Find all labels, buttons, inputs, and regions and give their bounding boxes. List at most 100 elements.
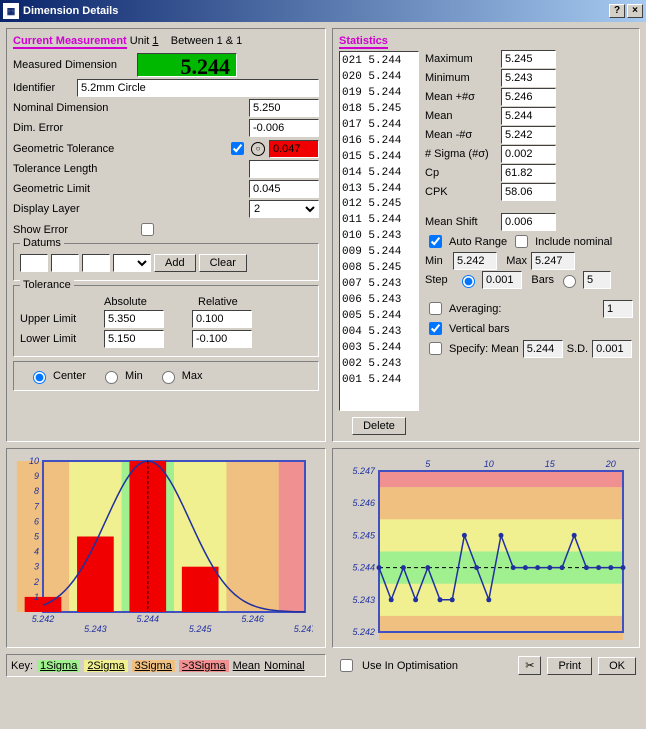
unit-label: Unit <box>130 35 150 47</box>
datum-3[interactable] <box>82 254 110 272</box>
specify-checkbox[interactable] <box>429 342 442 355</box>
mean-plus-label: Mean +#σ <box>425 91 497 103</box>
lower-abs-input[interactable] <box>104 330 164 348</box>
key-3sigma: 3Sigma <box>132 660 175 672</box>
show-error-checkbox[interactable] <box>141 223 154 236</box>
bottom-bar: Use In Optimisation ✂ Print OK <box>332 654 640 677</box>
sd-input[interactable] <box>592 340 632 358</box>
mean-minus-label: Mean -#σ <box>425 129 497 141</box>
center-min-max-group: Center Min Max <box>13 361 319 391</box>
step-label: Step <box>425 274 453 286</box>
identifier-label: Identifier <box>13 82 73 94</box>
specify-mean-input[interactable] <box>523 340 563 358</box>
svg-text:1: 1 <box>34 592 39 602</box>
averaging-input[interactable] <box>603 300 633 318</box>
svg-text:5.244: 5.244 <box>137 614 160 624</box>
datum-2[interactable] <box>51 254 79 272</box>
abs-header: Absolute <box>104 296 174 308</box>
mean-value <box>501 107 556 125</box>
export-icon: ✂ <box>525 660 534 672</box>
averaging-label: Averaging: <box>449 303 599 315</box>
print-button[interactable]: Print <box>547 657 592 675</box>
rmax-input[interactable] <box>531 252 575 270</box>
averaging-checkbox[interactable] <box>429 302 442 315</box>
datums-group: Datums Add Clear <box>13 243 319 281</box>
delete-button[interactable]: Delete <box>352 417 406 435</box>
close-button[interactable]: × <box>627 4 643 18</box>
rmin-label: Min <box>425 255 449 267</box>
datum-clear-button[interactable]: Clear <box>199 254 247 272</box>
svg-text:3: 3 <box>34 562 39 572</box>
rmax-label: Max <box>501 255 527 267</box>
svg-text:10: 10 <box>484 459 494 469</box>
ok-button[interactable]: OK <box>598 657 636 675</box>
auto-range-checkbox[interactable] <box>429 235 442 248</box>
stats-header: Statistics <box>339 35 388 49</box>
help-button[interactable]: ? <box>609 4 625 18</box>
lower-limit-label: Lower Limit <box>20 333 100 345</box>
runchart-panel: 5.2425.2435.2445.2455.2465.2475101520 <box>332 448 640 648</box>
rmin-input[interactable] <box>453 252 497 270</box>
svg-text:5.247: 5.247 <box>352 466 376 476</box>
geo-limit-input[interactable] <box>249 180 319 198</box>
radio-center[interactable]: Center <box>28 368 86 384</box>
datum-select[interactable] <box>113 254 151 272</box>
tol-len-input[interactable] <box>249 160 319 178</box>
geo-tol-label: Geometric Tolerance <box>13 143 133 155</box>
upper-abs-input[interactable] <box>104 310 164 328</box>
mean-plus-value <box>501 88 556 106</box>
histogram-panel: 123456789105.2425.2435.2445.2455.2465.24… <box>6 448 326 648</box>
radio-max[interactable]: Max <box>157 368 203 384</box>
nsigma-value <box>501 145 556 163</box>
datum-1[interactable] <box>20 254 48 272</box>
step-input[interactable] <box>482 271 522 289</box>
vertical-bars-label: Vertical bars <box>449 323 510 335</box>
upper-rel-input[interactable] <box>192 310 252 328</box>
svg-text:2: 2 <box>33 577 39 587</box>
max-label: Maximum <box>425 53 497 65</box>
svg-text:6: 6 <box>34 516 39 526</box>
key-legend: Key: 1Sigma 2Sigma 3Sigma >3Sigma Mean N… <box>6 654 326 677</box>
meanshift-value <box>501 213 556 231</box>
step-radio[interactable] <box>462 275 475 288</box>
bars-radio[interactable] <box>563 275 576 288</box>
nominal-input[interactable] <box>249 99 319 117</box>
auto-range-label: Auto Range <box>449 236 507 248</box>
min-value <box>501 69 556 87</box>
datum-add-button[interactable]: Add <box>154 254 196 272</box>
geo-limit-label: Geometric Limit <box>13 183 133 195</box>
svg-text:8: 8 <box>34 486 39 496</box>
display-layer-select[interactable]: 2 <box>249 200 319 218</box>
svg-text:5.243: 5.243 <box>84 624 107 634</box>
key-mean: Mean <box>233 660 261 672</box>
tol-len-label: Tolerance Length <box>13 163 133 175</box>
use-in-optimisation-label: Use In Optimisation <box>362 660 512 672</box>
svg-text:5.247: 5.247 <box>294 624 313 634</box>
key-nominal: Nominal <box>264 660 304 672</box>
meanshift-label: Mean Shift <box>425 216 497 228</box>
use-in-optimisation-checkbox[interactable] <box>340 659 353 672</box>
svg-text:5.245: 5.245 <box>189 624 213 634</box>
run-chart: 5.2425.2435.2445.2455.2465.2475101520 <box>339 455 629 640</box>
display-layer-label: Display Layer <box>13 203 133 215</box>
cp-value <box>501 164 556 182</box>
vertical-bars-checkbox[interactable] <box>429 322 442 335</box>
dim-error-label: Dim. Error <box>13 122 133 134</box>
window-title: Dimension Details <box>23 5 118 17</box>
max-value <box>501 50 556 68</box>
bars-input[interactable] <box>583 271 611 289</box>
sd-label: S.D. <box>567 343 588 355</box>
geo-tol-value[interactable] <box>269 140 319 158</box>
lower-rel-input[interactable] <box>192 330 252 348</box>
include-nominal-checkbox[interactable] <box>515 235 528 248</box>
statistics-panel: Statistics 021 5.244020 5.244019 5.24401… <box>332 28 640 442</box>
identifier-input[interactable] <box>77 79 319 97</box>
current-header: Current Measurement <box>13 35 127 49</box>
stats-list[interactable]: 021 5.244020 5.244019 5.244018 5.245017 … <box>339 51 419 411</box>
svg-text:5: 5 <box>425 459 431 469</box>
svg-text:9: 9 <box>34 471 39 481</box>
nsigma-label: # Sigma (#σ) <box>425 148 497 160</box>
radio-min[interactable]: Min <box>100 368 143 384</box>
geo-tol-checkbox[interactable] <box>231 142 244 155</box>
export-button[interactable]: ✂ <box>518 656 541 675</box>
